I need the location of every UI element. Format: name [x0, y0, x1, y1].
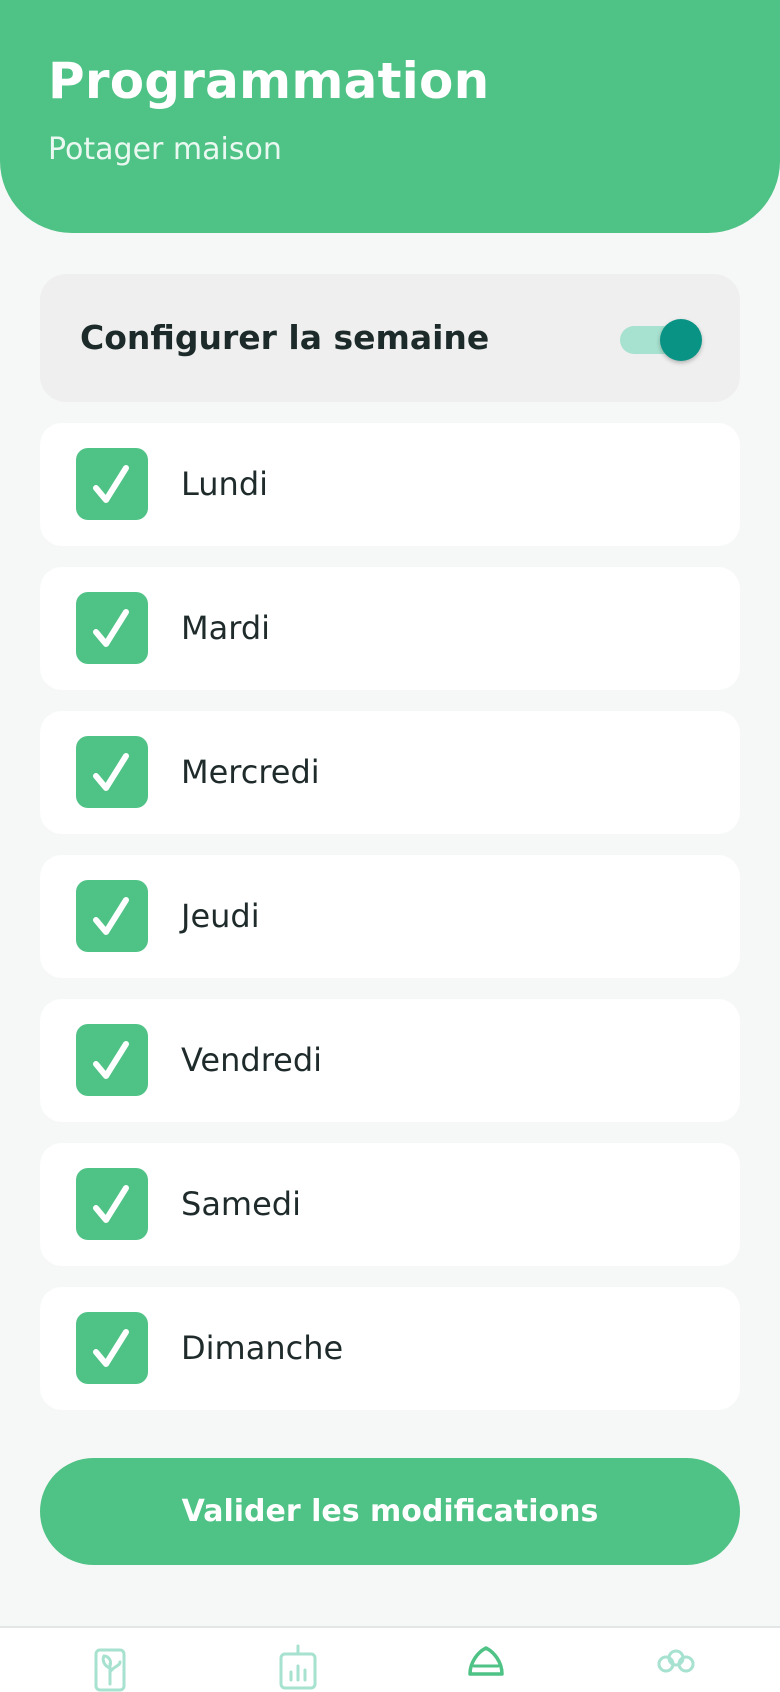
day-label: Mardi — [181, 609, 271, 647]
watering-icon — [468, 1646, 504, 1676]
nav-item-community[interactable] — [640, 1640, 700, 1692]
day-label: Samedi — [181, 1185, 301, 1223]
checkmark-icon — [93, 1185, 129, 1223]
checkmark-icon — [93, 1041, 129, 1079]
day-row-mercredi[interactable]: Mercredi — [40, 711, 740, 834]
checkbox-mercredi[interactable] — [76, 736, 148, 808]
checkbox-vendredi[interactable] — [76, 1024, 148, 1096]
day-row-mardi[interactable]: Mardi — [40, 567, 740, 690]
checkmark-icon — [93, 609, 129, 647]
checkbox-mardi[interactable] — [76, 592, 148, 664]
checkmark-icon — [93, 753, 129, 791]
checkmark-icon — [93, 1329, 129, 1367]
checkbox-dimanche[interactable] — [76, 1312, 148, 1384]
day-label: Dimanche — [181, 1329, 344, 1367]
day-row-samedi[interactable]: Samedi — [40, 1143, 740, 1266]
bottom-nav — [0, 1626, 780, 1692]
day-label: Vendredi — [181, 1041, 323, 1079]
nav-item-stats[interactable] — [266, 1640, 326, 1692]
chart-icon — [279, 1644, 317, 1690]
checkbox-lundi[interactable] — [76, 448, 148, 520]
checkbox-samedi[interactable] — [76, 1168, 148, 1240]
community-icon — [657, 1649, 695, 1673]
nav-item-plant[interactable] — [80, 1640, 140, 1692]
day-row-jeudi[interactable]: Jeudi — [40, 855, 740, 978]
day-row-dimanche[interactable]: Dimanche — [40, 1287, 740, 1410]
nav-item-watering[interactable] — [454, 1640, 514, 1692]
week-config-toggle[interactable] — [620, 316, 706, 361]
day-row-vendredi[interactable]: Vendredi — [40, 999, 740, 1122]
week-config-label: Configurer la semaine — [80, 318, 490, 357]
validate-button[interactable]: Valider les modifications — [40, 1458, 740, 1565]
week-config-card: Configurer la semaine — [40, 274, 740, 402]
page-title: Programmation — [48, 52, 490, 110]
day-label: Lundi — [181, 465, 269, 503]
day-label: Mercredi — [181, 753, 320, 791]
checkmark-icon — [93, 465, 129, 503]
page-subtitle: Potager maison — [48, 132, 282, 167]
header: Programmation Potager maison — [0, 0, 780, 233]
plant-icon — [94, 1648, 126, 1692]
checkmark-icon — [93, 897, 129, 935]
toggle-knob — [660, 319, 702, 361]
day-label: Jeudi — [181, 897, 260, 935]
checkbox-jeudi[interactable] — [76, 880, 148, 952]
day-list: Lundi Mardi Mercredi Jeudi Vendredi Same… — [40, 423, 740, 1431]
day-row-lundi[interactable]: Lundi — [40, 423, 740, 546]
